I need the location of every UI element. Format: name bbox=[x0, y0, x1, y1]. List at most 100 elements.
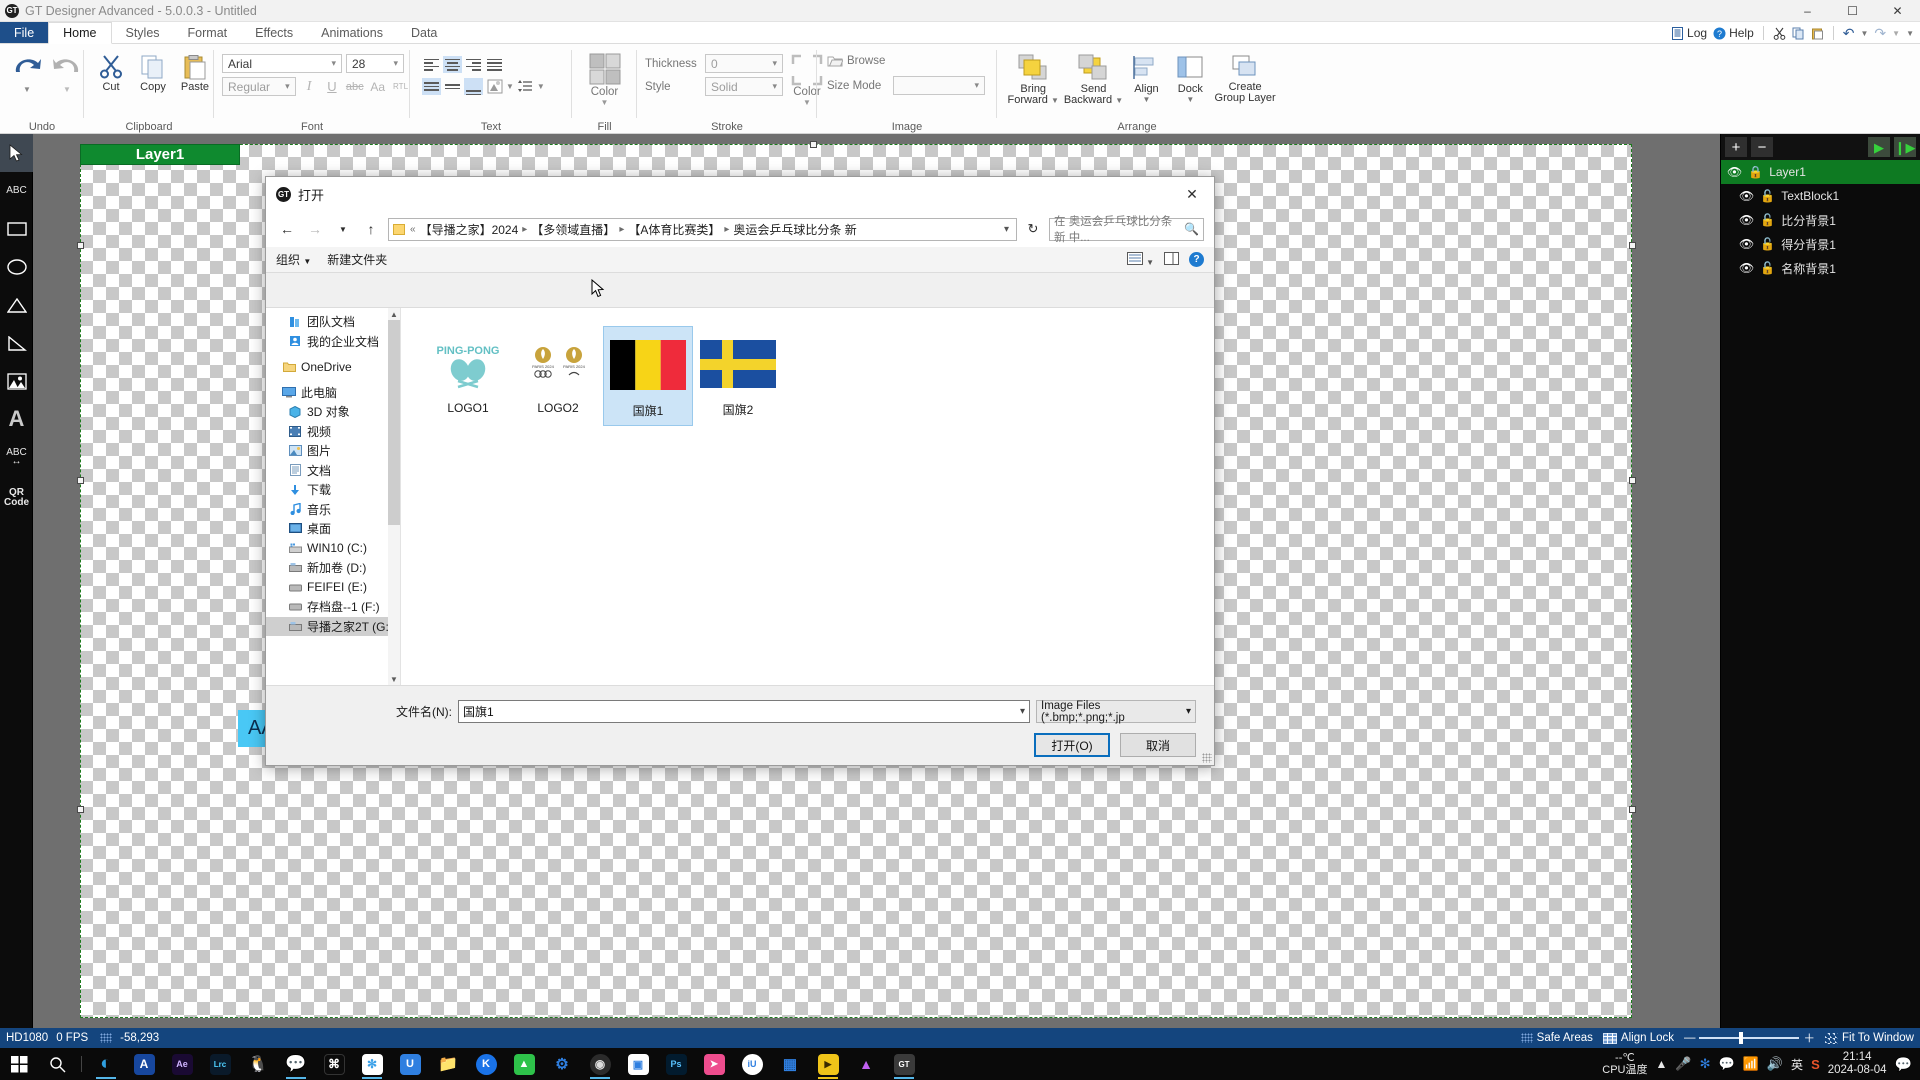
capcut-icon[interactable]: ⌘ bbox=[315, 1048, 353, 1080]
create-group-layer-button[interactable]: Create Group Layer bbox=[1213, 50, 1277, 106]
ubox-icon[interactable]: U bbox=[391, 1048, 429, 1080]
align-right-icon[interactable] bbox=[464, 56, 483, 73]
minimize-button[interactable]: – bbox=[1785, 0, 1830, 22]
file-item-flag1[interactable]: 国旗1 bbox=[603, 326, 693, 426]
add-layer-button[interactable]: + bbox=[1725, 137, 1747, 157]
filename-input[interactable]: 国旗1 ▾ bbox=[458, 700, 1030, 723]
send-backward-button[interactable]: Send Backward ▼ bbox=[1063, 50, 1123, 106]
file-explorer-icon[interactable]: 📁 bbox=[429, 1048, 467, 1080]
file-type-filter[interactable]: Image Files (*.bmp;*.png;*.jp ▾ bbox=[1036, 700, 1196, 724]
sidebar-item-enterprise-docs[interactable]: 我的企业文档 bbox=[266, 332, 400, 352]
big-a-text-tool[interactable]: A bbox=[0, 400, 33, 438]
wifi-icon[interactable]: 📶 bbox=[1743, 1056, 1759, 1072]
text-effects-icon[interactable] bbox=[485, 77, 504, 96]
image-tool[interactable] bbox=[0, 362, 33, 400]
dialog-sidebar[interactable]: 团队文档 我的企业文档 OneDrive 此电脑 3D 对象 视频 图片 文档 … bbox=[266, 308, 401, 685]
play-all-button[interactable]: ❙▶ bbox=[1894, 137, 1916, 157]
align-button[interactable]: Align ▼ bbox=[1126, 50, 1168, 106]
paste-icon[interactable] bbox=[1811, 27, 1824, 40]
resize-handle-left[interactable] bbox=[77, 242, 84, 249]
chevron-up-icon[interactable]: ▲ bbox=[1656, 1057, 1668, 1071]
change-case-button[interactable]: Aa bbox=[368, 77, 387, 96]
arctime-icon[interactable]: A bbox=[125, 1048, 163, 1080]
lock-open-icon[interactable]: 🔓 bbox=[1760, 237, 1775, 251]
help-icon[interactable]: ? bbox=[1189, 252, 1204, 267]
tab-styles[interactable]: Styles bbox=[112, 22, 174, 43]
chevron-down-icon[interactable]: ▼ bbox=[506, 82, 514, 91]
layer-row-name-bg[interactable]: 👁 🔓 名称背景1 bbox=[1721, 256, 1920, 280]
sogou-ime-icon[interactable]: S bbox=[1811, 1057, 1820, 1072]
align-justify-icon[interactable] bbox=[485, 56, 504, 73]
sidebar-item-music[interactable]: 音乐 bbox=[266, 500, 400, 520]
abc-scroll-tool[interactable]: ABC ↔ bbox=[0, 438, 33, 476]
edge-icon[interactable]: ◐ bbox=[87, 1048, 125, 1080]
tab-data[interactable]: Data bbox=[397, 22, 451, 43]
font-style-combo[interactable]: Regular ▾ bbox=[222, 77, 296, 96]
chevron-down-icon[interactable]: ▾ bbox=[999, 224, 1014, 235]
valign-middle-icon[interactable] bbox=[443, 78, 462, 95]
stroke-style-combo[interactable]: Solid ▾ bbox=[705, 77, 783, 96]
sidebar-item-pictures[interactable]: 图片 bbox=[266, 441, 400, 461]
zoom-in-button[interactable]: ＋ bbox=[1803, 1030, 1815, 1046]
sidebar-item-3d-objects[interactable]: 3D 对象 bbox=[266, 402, 400, 422]
align-left-icon[interactable] bbox=[422, 56, 441, 73]
eye-icon[interactable]: 👁 bbox=[1739, 213, 1754, 227]
size-mode-combo[interactable]: ▾ bbox=[893, 76, 985, 95]
obs-studio-icon[interactable]: ◉ bbox=[581, 1048, 619, 1080]
chevron-down-icon[interactable]: ▼ bbox=[803, 98, 811, 107]
right-triangle-tool[interactable] bbox=[0, 324, 33, 362]
ime-indicator[interactable]: 英 bbox=[1791, 1056, 1803, 1073]
taskbar-search-icon[interactable] bbox=[38, 1048, 76, 1080]
file-item-logo1[interactable]: PING-PONG LOGO1 bbox=[423, 326, 513, 426]
tim-tray-icon[interactable]: ✻ bbox=[1700, 1056, 1711, 1072]
undo-icon[interactable]: ↶ bbox=[1843, 25, 1855, 42]
sidebar-item-onedrive[interactable]: OneDrive bbox=[266, 357, 400, 377]
notification-icon[interactable]: 💬 bbox=[1895, 1056, 1912, 1073]
search-input[interactable]: 在 奥运会乒乓球比分条 新 中... 🔍 bbox=[1049, 216, 1204, 244]
play-button[interactable]: ▶ bbox=[1868, 137, 1890, 157]
sidebar-item-this-pc[interactable]: 此电脑 bbox=[266, 383, 400, 403]
line-spacing-icon[interactable] bbox=[516, 77, 535, 96]
refresh-button[interactable]: ↻ bbox=[1023, 218, 1043, 240]
paste-button[interactable]: Paste bbox=[176, 50, 214, 93]
resize-handle-right[interactable] bbox=[1629, 242, 1636, 249]
player-icon[interactable]: ▶ bbox=[809, 1048, 847, 1080]
font-size-combo[interactable]: 28 ▾ bbox=[346, 54, 404, 73]
clock[interactable]: 21:14 2024-08-04 bbox=[1828, 1051, 1887, 1077]
mgtv-icon[interactable]: ▲ bbox=[505, 1048, 543, 1080]
close-button[interactable]: ✕ bbox=[1875, 0, 1920, 22]
preview-pane-button[interactable] bbox=[1164, 251, 1179, 268]
sidebar-item-downloads[interactable]: 下载 bbox=[266, 480, 400, 500]
cut-icon[interactable] bbox=[1773, 27, 1786, 40]
remove-layer-button[interactable]: − bbox=[1751, 137, 1773, 157]
breadcrumb-item-3[interactable]: 奥运会乒乓球比分条 新 bbox=[730, 221, 859, 238]
tab-home[interactable]: Home bbox=[48, 22, 112, 44]
abc-text-tool[interactable]: ABC bbox=[0, 172, 33, 210]
layer-row-points-bg[interactable]: 👁 🔓 得分背景1 bbox=[1721, 232, 1920, 256]
sidebar-item-team-docs[interactable]: 团队文档 bbox=[266, 312, 400, 332]
settings-gears-icon[interactable]: ⚙ bbox=[543, 1048, 581, 1080]
photoshop-icon[interactable]: Ps bbox=[657, 1048, 695, 1080]
ellipse-tool[interactable] bbox=[0, 248, 33, 286]
tab-effects[interactable]: Effects bbox=[241, 22, 307, 43]
thickness-combo[interactable]: 0 ▾ bbox=[705, 54, 783, 73]
qat-more-icon[interactable]: ▼ bbox=[1906, 29, 1914, 38]
cancel-button[interactable]: 取消 bbox=[1120, 733, 1196, 757]
sidebar-item-drive-g[interactable]: 导播之家2T (G:) bbox=[266, 616, 400, 636]
breadcrumb-overflow[interactable]: « bbox=[409, 224, 417, 235]
lock-open-icon[interactable]: 🔓 bbox=[1760, 261, 1775, 275]
wechat-icon[interactable]: 💬 bbox=[277, 1048, 315, 1080]
browse-button[interactable]: Browse bbox=[827, 54, 997, 68]
cut-button[interactable]: Cut bbox=[92, 50, 130, 93]
chevron-down-icon[interactable]: ▼ bbox=[601, 98, 609, 107]
resize-handle-left-mid[interactable] bbox=[77, 477, 84, 484]
dock-button[interactable]: Dock ▼ bbox=[1169, 50, 1211, 106]
cpu-temp-indicator[interactable]: --℃ CPU温度 bbox=[1602, 1052, 1647, 1076]
file-item-logo2[interactable]: PARIS 2024 PARIS 2024 LOGO2 bbox=[513, 326, 603, 426]
lock-open-icon[interactable]: 🔓 bbox=[1760, 189, 1775, 203]
tim-icon[interactable]: ✻ bbox=[353, 1048, 391, 1080]
sidebar-item-drive-e[interactable]: FEIFEI (E:) bbox=[266, 578, 400, 598]
mi-creative-icon[interactable]: ▲ bbox=[847, 1048, 885, 1080]
resize-handle-top[interactable] bbox=[810, 141, 817, 148]
wechat-tray-icon[interactable]: 💬 bbox=[1718, 1056, 1734, 1072]
